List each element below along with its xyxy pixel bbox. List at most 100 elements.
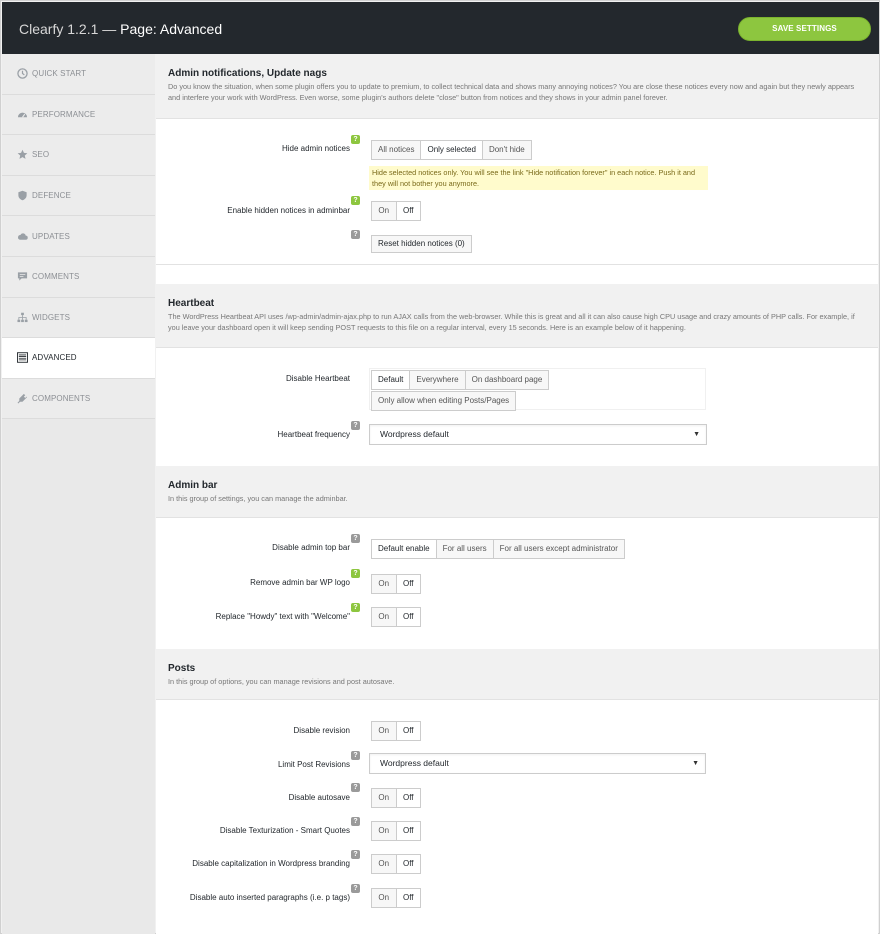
help-icon[interactable]: ? (351, 783, 360, 792)
toggle-off[interactable]: Off (396, 855, 420, 873)
list-icon (17, 352, 28, 364)
limit-post-revisions-label: Limit Post Revisions (277, 760, 350, 769)
disable-autosave-toggle: On Off (371, 788, 421, 808)
toggle-on[interactable]: On (372, 855, 397, 873)
option-everywhere[interactable]: Everywhere (410, 371, 466, 389)
section-title: Admin notifications, Update nags (168, 68, 327, 79)
replace-howdy-toggle: On Off (371, 607, 421, 627)
replace-howdy-label: Replace "Howdy" text with "Welcome" (215, 612, 350, 621)
hide-admin-notices-label: Hide admin notices (281, 144, 350, 153)
top-header: Clearfy 1.2.1 — Page: Advanced SAVE SETT… (2, 2, 879, 54)
comment-icon (17, 272, 28, 281)
toggle-off[interactable]: Off (396, 822, 420, 840)
heartbeat-frequency-label: Heartbeat frequency (277, 430, 351, 439)
sidebar-item-widgets[interactable]: Widgets (2, 297, 155, 339)
toggle-on[interactable]: On (372, 575, 397, 593)
sidebar-item-label: Quick start (32, 69, 87, 79)
option-only-selected[interactable]: Only selected (421, 141, 483, 159)
chevron-down-icon: ▼ (692, 760, 699, 767)
toggle-on[interactable]: On (372, 202, 397, 220)
sidebar-item-updates[interactable]: Updates (2, 216, 155, 257)
section-description: In this group of options, you can manage… (168, 677, 395, 686)
sidebar-item-defence[interactable]: Defence (2, 175, 155, 217)
sitemap-icon (17, 312, 28, 322)
toggle-off[interactable]: Off (396, 789, 420, 807)
toggle-on[interactable]: On (372, 822, 397, 840)
sidebar-item-label: Updates (32, 231, 70, 241)
help-icon[interactable]: ? (351, 751, 360, 760)
section-header-heartbeat: Heartbeat The WordPress Heartbeat API us… (156, 284, 878, 348)
page-name: Page: Advanced (120, 21, 223, 37)
section-title: Posts (168, 663, 196, 674)
option-default-enable[interactable]: Default enable (372, 540, 437, 558)
sidebar-item-label: Widgets (32, 312, 71, 322)
option-for-all-users[interactable]: For all users (436, 540, 494, 558)
limit-post-revisions-select[interactable]: Wordpress default ▼ (369, 753, 706, 774)
option-all-notices[interactable]: All notices (372, 141, 422, 159)
clock-icon (17, 68, 28, 80)
toggle-off[interactable]: Off (396, 889, 420, 907)
help-icon[interactable]: ? (351, 884, 360, 893)
disable-revision-label: Disable revision (293, 726, 350, 735)
hidden-notices-adminbar-toggle: On Off (371, 201, 421, 221)
sidebar-item-components[interactable]: Components (2, 378, 155, 420)
heartbeat-frequency-select[interactable]: Wordpress default ▼ (369, 424, 707, 445)
sidebar-item-seo[interactable]: SEO (2, 135, 155, 176)
toggle-off[interactable]: Off (396, 608, 420, 626)
sidebar-item-label: Advanced (32, 353, 77, 363)
sidebar-item-quick-start[interactable]: Quick start (2, 54, 155, 95)
option-on-dashboard[interactable]: On dashboard page (465, 371, 549, 389)
chevron-down-icon: ▼ (693, 431, 700, 438)
toggle-on[interactable]: On (372, 608, 397, 626)
section-title: Admin bar (168, 480, 218, 491)
hidden-notices-adminbar-label: Enable hidden notices in adminbar (227, 206, 350, 215)
sidebar: Quick start Performance SEO Defence Upda… (2, 54, 155, 934)
toggle-off[interactable]: Off (396, 575, 420, 593)
help-icon[interactable]: ? (351, 230, 360, 239)
help-icon[interactable]: ? (351, 196, 360, 205)
main-content: Admin notifications, Update nags Do you … (156, 54, 878, 934)
reset-hidden-notices-button[interactable]: Reset hidden notices (0) (371, 235, 472, 253)
sidebar-item-label: SEO (32, 150, 50, 160)
help-icon[interactable]: ? (351, 850, 360, 859)
disable-heartbeat-selector: Default Everywhere On dashboard page (371, 370, 550, 390)
disable-heartbeat-selector-extra: Only allow when editing Posts/Pages (371, 391, 517, 411)
option-editing-only[interactable]: Only allow when editing Posts/Pages (372, 392, 516, 410)
save-settings-button[interactable]: SAVE SETTINGS (738, 17, 871, 41)
disable-admin-top-bar-label: Disable admin top bar (272, 543, 350, 552)
disable-capitalization-toggle: On Off (371, 854, 421, 874)
remove-wp-logo-toggle: On Off (371, 574, 421, 594)
plugin-name: Clearfy 1.2.1 — (19, 21, 117, 37)
remove-wp-logo-label: Remove admin bar WP logo (250, 578, 350, 587)
section-description: Do you know the situation, when some plu… (168, 82, 855, 102)
section-header-adminbar: Admin bar In this group of settings, you… (156, 466, 878, 518)
help-icon[interactable]: ? (351, 135, 360, 144)
page-title: Clearfy 1.2.1 — Page: Advanced (19, 21, 222, 37)
select-value: Wordpress default (380, 429, 449, 439)
toggle-on[interactable]: On (372, 722, 397, 740)
disable-heartbeat-label: Disable Heartbeat (285, 374, 350, 383)
section-header-posts: Posts In this group of options, you can … (156, 649, 878, 700)
star-icon (17, 150, 28, 160)
hide-notices-hint: Hide selected notices only. You will see… (369, 166, 708, 190)
toggle-on[interactable]: On (372, 789, 397, 807)
help-icon[interactable]: ? (351, 534, 360, 543)
dashboard-icon (17, 112, 28, 118)
disable-revision-toggle: On Off (371, 721, 421, 741)
section-divider (156, 264, 878, 265)
help-icon[interactable]: ? (351, 603, 360, 612)
help-icon[interactable]: ? (351, 569, 360, 578)
toggle-off[interactable]: Off (396, 202, 420, 220)
toggle-off[interactable]: Off (396, 722, 420, 740)
help-icon[interactable]: ? (351, 421, 360, 430)
sidebar-item-comments[interactable]: Comments (2, 256, 155, 298)
option-default[interactable]: Default (372, 371, 411, 389)
disable-texturization-toggle: On Off (371, 821, 421, 841)
sidebar-item-performance[interactable]: Performance (2, 94, 155, 136)
toggle-on[interactable]: On (372, 889, 397, 907)
help-icon[interactable]: ? (351, 817, 360, 826)
sidebar-item-advanced[interactable]: Advanced (2, 338, 155, 379)
option-except-admin[interactable]: For all users except administrator (493, 540, 624, 558)
sidebar-item-label: Defence (32, 191, 71, 201)
option-dont-hide[interactable]: Don't hide (482, 141, 531, 159)
